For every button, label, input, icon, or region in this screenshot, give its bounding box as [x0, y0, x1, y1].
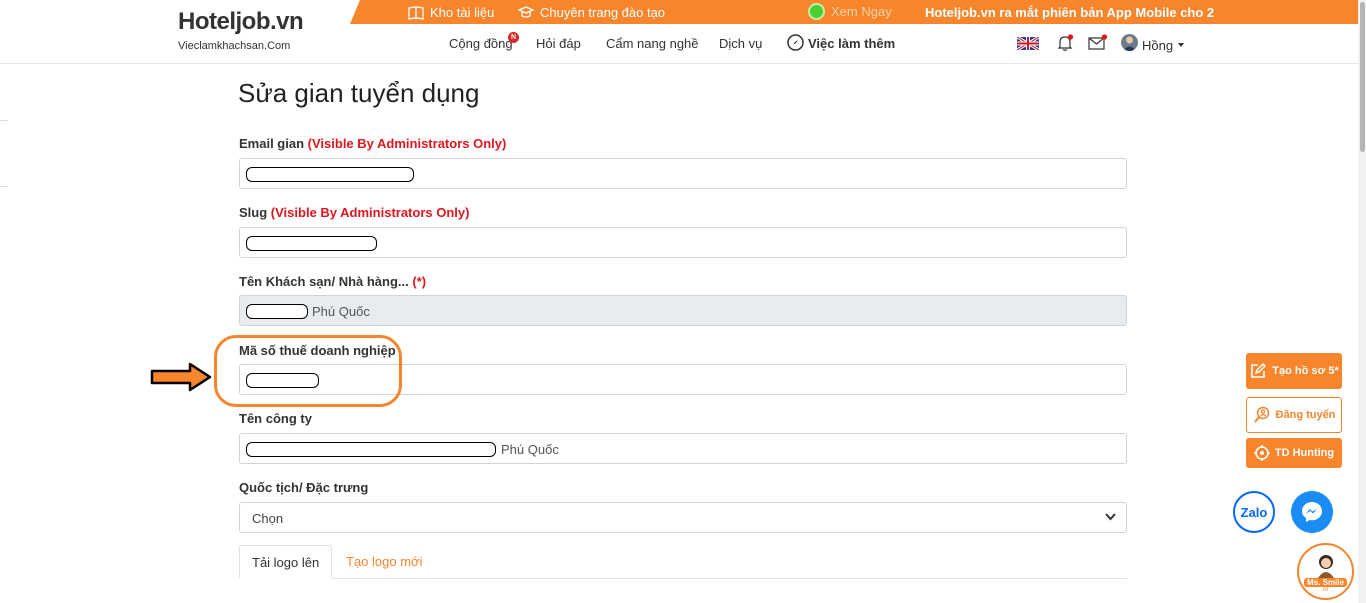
hotel-name-label: Tên Khách sạn/ Nhà hàng... (*)	[239, 274, 426, 289]
post-job-button[interactable]: Đăng tuyển	[1246, 397, 1342, 433]
book-icon	[408, 5, 424, 20]
bell-icon[interactable]	[1056, 34, 1074, 52]
chevron-down-icon[interactable]	[1178, 43, 1184, 47]
chevron-down-icon	[1105, 510, 1116, 527]
nav-viec-lam-them[interactable]: Việc làm thêm	[808, 36, 895, 51]
assistant-avatar	[1317, 555, 1334, 578]
required-mark: (*)	[412, 274, 427, 289]
messenger-icon[interactable]	[1291, 491, 1333, 533]
zalo-label: Zalo	[1240, 504, 1268, 520]
post-job-label: Đăng tuyển	[1275, 409, 1336, 421]
company-name-label: Tên công ty	[239, 411, 312, 426]
ms-smile-assistant[interactable]: Ms. Smile AI	[1297, 543, 1354, 600]
edit-icon	[1251, 362, 1267, 378]
nationality-label: Quốc tịch/ Đặc trưng	[239, 480, 369, 495]
scrollbar-thumb[interactable]	[1360, 2, 1365, 152]
annotation-highlight-ring	[214, 335, 402, 407]
company-name-suffix: Phú Quốc	[501, 442, 559, 457]
xem-ngay-label: Xem Ngay	[831, 4, 892, 19]
page-title: Sửa gian tuyển dụng	[238, 78, 480, 108]
mail-icon[interactable]	[1088, 34, 1108, 50]
nav-hoi-dap[interactable]: Hỏi đáp	[536, 36, 581, 51]
email-admin-note: (Visible By Administrators Only)	[307, 136, 507, 151]
create-profile-label: Tạo hồ sơ 5*	[1272, 365, 1339, 377]
slug-admin-note: (Visible By Administrators Only)	[270, 205, 470, 220]
new-badge: N	[508, 32, 519, 43]
td-hunting-button[interactable]: TD Hunting	[1246, 438, 1342, 468]
email-label-text: Email gian	[239, 136, 305, 151]
status-dot-icon	[808, 3, 825, 20]
hotel-name-label-text: Tên Khách sạn/ Nhà hàng...	[239, 274, 409, 289]
kho-tai-lieu-link[interactable]: Kho tài liệu	[408, 5, 494, 20]
uk-flag-icon[interactable]	[1016, 35, 1040, 52]
top-header: Hoteljob.vn Vieclamkhachsan.Com Kho tài …	[0, 0, 1366, 64]
avatar[interactable]	[1121, 34, 1138, 51]
td-hunting-label: TD Hunting	[1274, 447, 1335, 459]
left-divider	[0, 120, 8, 121]
redacted-value	[246, 442, 496, 457]
graduation-cap-icon	[518, 6, 534, 18]
logo-tabs: Tải logo lên Tạo logo mới	[239, 545, 1127, 579]
nationality-value: Chọn	[252, 511, 284, 526]
hotel-name-field: Phú Quốc	[239, 295, 1127, 326]
compass-icon	[787, 34, 804, 54]
tab-create-logo[interactable]: Tạo logo mới	[334, 545, 434, 579]
announcement-text[interactable]: Hoteljob.vn ra mắt phiên bản App Mobile …	[925, 5, 1214, 20]
hotel-name-suffix: Phú Quốc	[312, 304, 370, 319]
kho-tai-lieu-label: Kho tài liệu	[430, 5, 495, 20]
nationality-select[interactable]: Chọn	[239, 502, 1127, 533]
slug-label-text: Slug	[239, 205, 268, 220]
nav-cam-nang[interactable]: Cẩm nang nghề	[606, 36, 699, 51]
zalo-icon[interactable]: Zalo	[1233, 491, 1275, 533]
ms-smile-label: Ms. Smile	[1304, 578, 1347, 587]
xem-ngay-link[interactable]: Xem Ngay	[808, 3, 892, 20]
arrow-right-icon	[150, 362, 212, 392]
slug-field[interactable]	[239, 227, 1127, 258]
nav-dich-vu[interactable]: Dịch vụ	[719, 36, 762, 51]
left-divider	[0, 186, 8, 187]
logo-subtitle: Vieclamkhachsan.Com	[178, 40, 291, 52]
nav-cong-dong[interactable]: Cộng đồng	[449, 36, 513, 51]
slug-label: Slug (Visible By Administrators Only)	[239, 205, 469, 220]
company-name-field[interactable]: Phú Quốc	[239, 433, 1127, 464]
ms-smile-sub: AI	[1322, 587, 1329, 593]
email-field[interactable]	[239, 158, 1127, 189]
redacted-value	[246, 304, 308, 319]
chuyen-trang-link[interactable]: Chuyên trang đào tạo	[518, 5, 665, 20]
site-logo[interactable]: Hoteljob.vn Vieclamkhachsan.Com	[178, 8, 304, 52]
promo-bar: Kho tài liệu Chuyên trang đào tạo Xem Ng…	[350, 0, 1360, 24]
search-user-icon	[1253, 406, 1269, 423]
user-name[interactable]: Hồng	[1142, 38, 1173, 53]
email-label: Email gian (Visible By Administrators On…	[239, 136, 506, 151]
logo-brand: Hoteljob.vn	[178, 8, 304, 35]
target-icon	[1253, 445, 1270, 461]
chuyen-trang-label: Chuyên trang đào tạo	[540, 5, 666, 20]
redacted-value	[246, 167, 414, 182]
create-profile-button[interactable]: Tạo hồ sơ 5*	[1246, 353, 1342, 389]
redacted-value	[246, 236, 377, 251]
tab-upload-logo[interactable]: Tải logo lên	[239, 545, 333, 579]
